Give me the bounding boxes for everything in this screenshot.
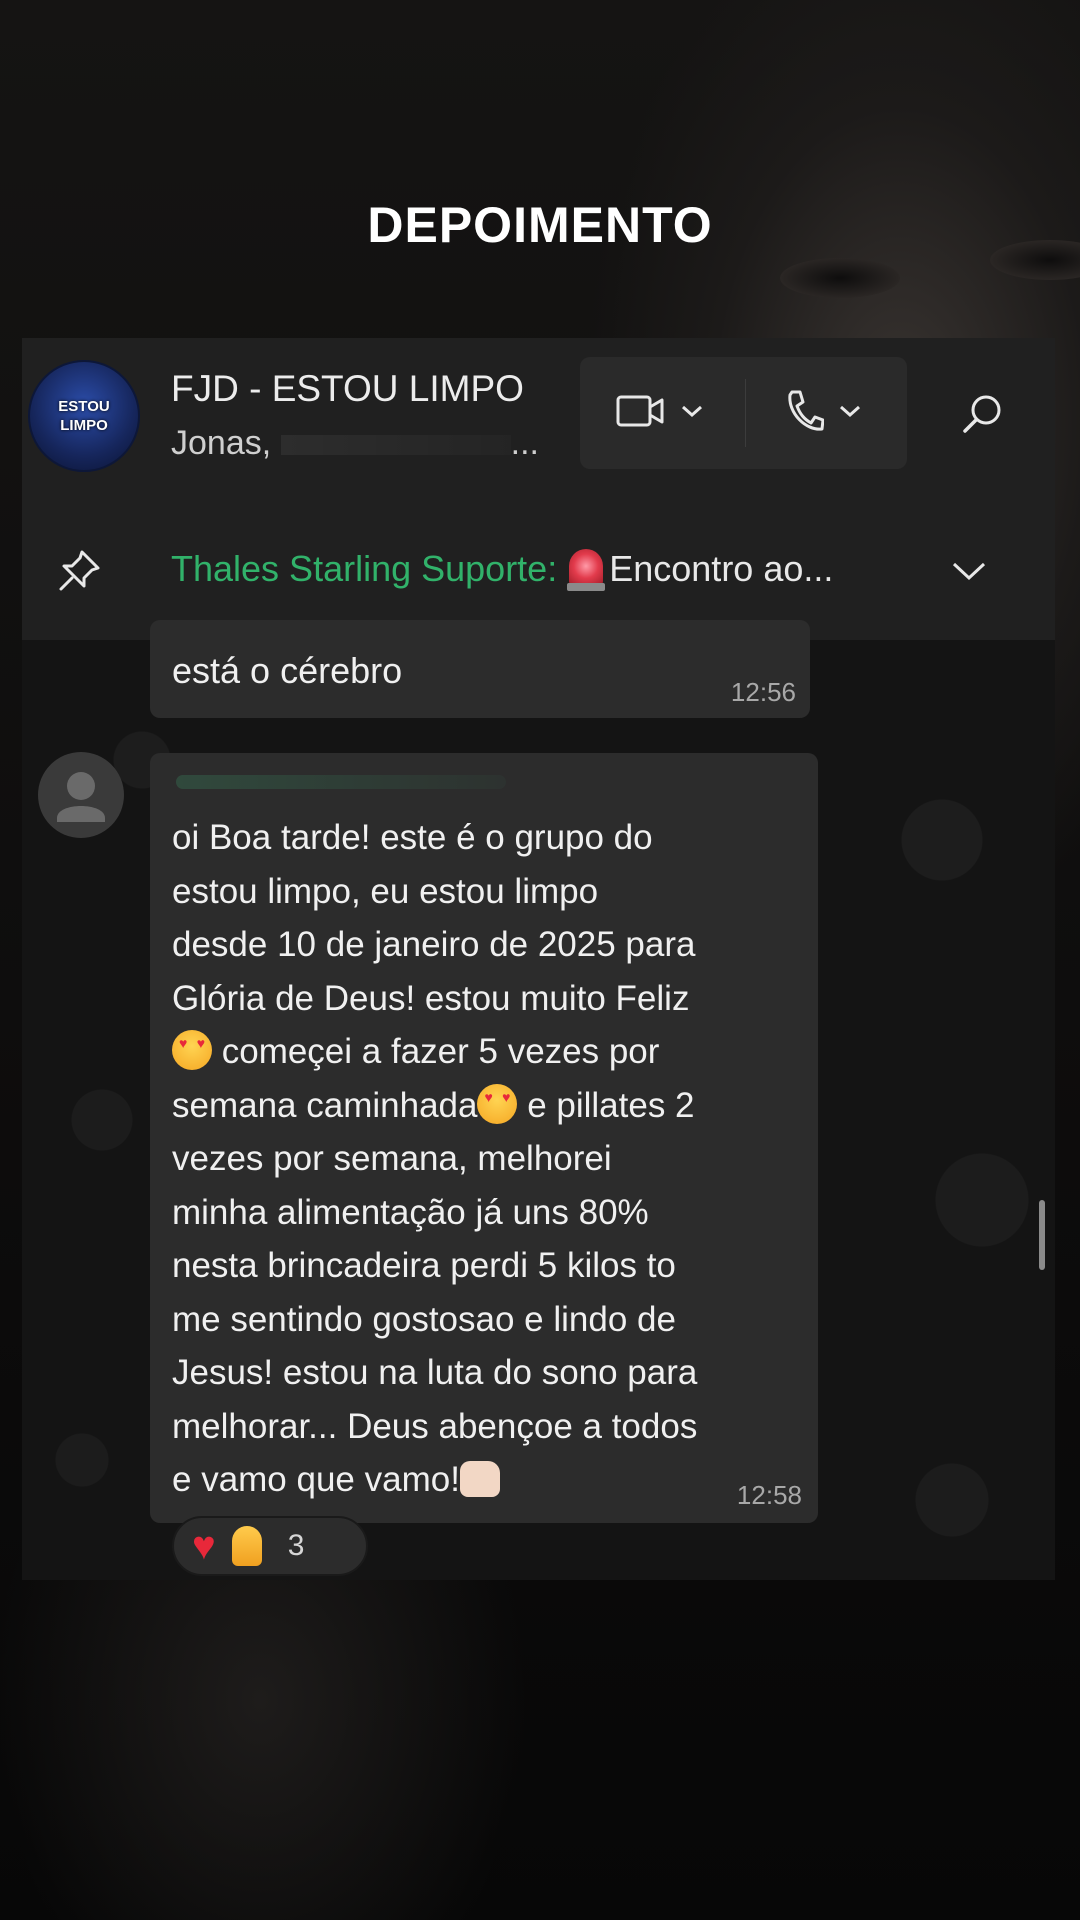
members-redacted	[280, 435, 511, 456]
praying-hands-reaction-icon	[231, 1526, 262, 1566]
heart-eyes-emoji-icon	[477, 1083, 518, 1124]
pin-button[interactable]	[52, 544, 108, 600]
members-ellipsis: ...	[510, 424, 539, 462]
message-bubble[interactable]: oi Boa tarde! este é o grupo do estou li…	[150, 753, 818, 1523]
group-avatar[interactable]: ESTOU LIMPO	[28, 360, 140, 472]
pinned-author: Thales Starling Suporte:	[171, 548, 558, 589]
avatar-text-line2: LIMPO	[60, 417, 108, 434]
pinned-message-text: Thales Starling Suporte: Encontro ao...	[171, 548, 834, 591]
chevron-down-icon	[838, 403, 862, 424]
call-controls	[580, 357, 907, 469]
page-title: DEPOIMENTO	[367, 197, 713, 253]
chat-messages-area[interactable]: está o cérebro 12:56 oi Boa tarde! este …	[22, 620, 1055, 1580]
message-text-part1: oi Boa tarde! este é o grupo do estou li…	[172, 818, 696, 1018]
chat-header: ESTOU LIMPO FJD - ESTOU LIMPO Jonas, ...	[22, 338, 1055, 505]
message-text: oi Boa tarde! este é o grupo do estou li…	[172, 811, 802, 1507]
call-divider	[745, 379, 746, 447]
search-icon	[960, 392, 1004, 441]
message-time: 12:56	[730, 677, 796, 707]
reaction-count: 3	[287, 1529, 305, 1562]
background-eye-left	[780, 258, 900, 298]
chevron-down-icon	[680, 403, 704, 424]
video-call-button[interactable]	[600, 385, 720, 441]
voice-call-button[interactable]	[768, 385, 878, 441]
pinned-text: Encontro ao...	[609, 548, 834, 589]
search-button[interactable]	[952, 386, 1012, 446]
sender-avatar[interactable]	[38, 752, 124, 838]
heart-eyes-emoji-icon	[172, 1030, 212, 1070]
members-preview-text: Jonas,	[171, 424, 272, 462]
sender-name-redacted	[176, 775, 506, 789]
expand-pinned-button[interactable]	[942, 546, 996, 600]
members-preview[interactable]: Jonas, ...	[171, 424, 551, 463]
chevron-down-icon	[951, 560, 987, 587]
siren-emoji-icon	[567, 549, 606, 591]
video-call-icon	[616, 391, 666, 436]
pin-icon	[56, 546, 104, 599]
message-reactions[interactable]: ♥ 3	[172, 1516, 368, 1576]
chat-window: ESTOU LIMPO FJD - ESTOU LIMPO Jonas, ...	[22, 338, 1055, 1580]
heart-reaction-icon: ♥	[192, 1524, 216, 1568]
message-bubble[interactable]: está o cérebro 12:56	[150, 620, 810, 718]
message-text-part3: e pillates 2 vezes por semana, melhorei …	[172, 1085, 698, 1500]
chat-scrollbar[interactable]	[1039, 1200, 1045, 1270]
user-placeholder-icon	[57, 772, 105, 822]
phone-icon	[784, 389, 825, 438]
avatar-text-line1: ESTOU	[58, 398, 110, 415]
group-name[interactable]: FJD - ESTOU LIMPO	[171, 368, 524, 410]
fist-emoji-icon	[459, 1461, 500, 1497]
message-time: 12:58	[736, 1480, 802, 1510]
message-text: está o cérebro	[172, 650, 403, 691]
